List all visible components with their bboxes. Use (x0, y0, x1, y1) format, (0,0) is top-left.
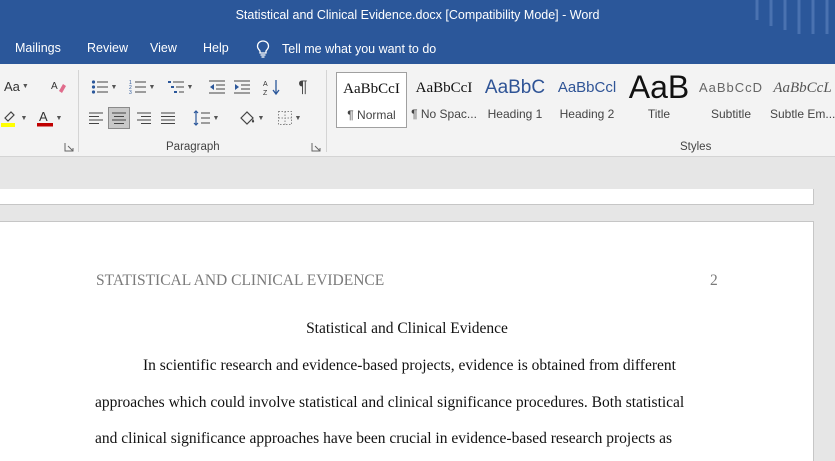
ribbon-tabs: Mailings Review View Help Tell me what y… (0, 34, 835, 64)
svg-text:Z: Z (263, 90, 268, 96)
paint-bucket-icon (239, 111, 254, 125)
style-name: Title (647, 107, 671, 121)
style-name: Heading 2 (559, 107, 615, 121)
tab-review[interactable]: Review (87, 41, 128, 55)
document-title: Statistical and Clinical Evidence (306, 320, 508, 337)
font-dialog-launcher-icon[interactable] (64, 142, 74, 152)
tell-me-label: Tell me what you want to do (282, 42, 437, 56)
paragraph-dialog-launcher-icon[interactable] (311, 142, 321, 152)
style-sample: AaB (628, 72, 690, 104)
style-name: ¶ No Spac... (411, 107, 477, 121)
svg-text:A: A (39, 109, 48, 124)
chevron-down-icon: ▼ (186, 83, 194, 91)
style-name: Heading 1 (487, 107, 543, 121)
svg-text:A: A (51, 81, 58, 92)
sort-button[interactable]: A Z (261, 76, 283, 98)
paragraph-group-label: Paragraph (166, 141, 220, 153)
style-name: ¶ Normal (347, 108, 396, 122)
style-sample: AaBbCcI (415, 80, 473, 96)
bullets-button[interactable]: ▼ (86, 76, 122, 98)
change-case-button[interactable]: Aa ▼ (4, 76, 29, 96)
tab-mailings[interactable]: Mailings (15, 41, 61, 55)
chevron-down-icon: ▼ (294, 114, 302, 122)
bullet-list-icon (91, 80, 108, 94)
body-text-line: approaches which could involve statistic… (95, 394, 685, 411)
title-bar-decoration (755, 0, 829, 34)
font-color-button[interactable]: A ▼ (32, 107, 66, 129)
increase-indent-button[interactable] (231, 76, 253, 98)
align-left-icon (89, 112, 103, 124)
increase-indent-icon (234, 80, 250, 94)
group-separator (78, 70, 79, 152)
line-spacing-button[interactable]: ▼ (189, 107, 223, 129)
multilevel-list-button[interactable]: ▼ (162, 76, 198, 98)
chevron-down-icon: ▼ (21, 82, 29, 90)
page-number: 2 (710, 272, 718, 289)
previous-page-bottom (0, 189, 814, 205)
svg-text:3: 3 (129, 90, 132, 95)
show-formatting-marks-button[interactable]: ¶ (292, 76, 314, 98)
document-page[interactable]: STATISTICAL AND CLINICAL EVIDENCE 2 Stat… (0, 221, 814, 461)
style-heading-2[interactable]: AaBbCcl Heading 2 (552, 72, 622, 128)
style-normal[interactable]: AaBbCcI ¶ Normal (336, 72, 407, 128)
style-heading-1[interactable]: AaBbC Heading 1 (481, 72, 549, 128)
text-highlight-button[interactable]: ▼ (0, 107, 28, 129)
style-sample: AaBbC (484, 77, 546, 98)
highlighter-icon (0, 111, 15, 127)
chevron-down-icon: ▼ (20, 114, 28, 122)
style-title[interactable]: AaB Title (626, 72, 692, 128)
font-color-icon: A (36, 109, 53, 127)
running-head: STATISTICAL AND CLINICAL EVIDENCE (96, 272, 385, 289)
center-button[interactable] (108, 107, 130, 129)
decrease-indent-button[interactable] (206, 76, 228, 98)
chevron-down-icon: ▼ (257, 114, 265, 122)
borders-button[interactable]: ▼ (272, 107, 306, 129)
pilcrow-icon: ¶ (298, 77, 308, 96)
sort-icon: A Z (263, 80, 280, 96)
chevron-down-icon: ▼ (110, 83, 118, 91)
chevron-down-icon: ▼ (212, 114, 220, 122)
body-text-line: and clinical significance approaches hav… (95, 430, 673, 447)
styles-group-label: Styles (680, 141, 712, 153)
justify-button[interactable] (157, 107, 179, 129)
title-bar: Statistical and Clinical Evidence.docx [… (0, 0, 835, 34)
justify-icon (161, 112, 175, 124)
numbering-button[interactable]: 1 2 3 ▼ (124, 76, 160, 98)
style-no-spacing[interactable]: AaBbCcI ¶ No Spac... (409, 72, 479, 128)
style-name: Subtle Em... (770, 107, 835, 121)
chevron-down-icon: ▼ (148, 83, 156, 91)
decrease-indent-icon (209, 80, 225, 94)
change-case-label: Aa (4, 78, 20, 94)
clear-formatting-button[interactable]: A (49, 76, 69, 96)
style-sample: AaBbCcL (773, 80, 832, 96)
eraser-icon: A (51, 81, 66, 93)
style-sample: AaBbCcl (557, 79, 617, 96)
align-center-icon (112, 112, 126, 124)
align-left-button[interactable] (85, 107, 107, 129)
tell-me-search[interactable]: Tell me what you want to do (256, 39, 436, 59)
align-right-button[interactable] (133, 107, 155, 129)
align-right-icon (137, 112, 151, 124)
multilevel-list-icon (167, 81, 184, 93)
numbered-list-icon: 1 2 3 (129, 80, 146, 95)
tab-help[interactable]: Help (203, 41, 229, 55)
svg-text:A: A (263, 81, 268, 88)
body-text-line: In scientific research and evidence-base… (143, 357, 676, 374)
style-name: Subtitle (710, 107, 752, 121)
line-spacing-icon (193, 110, 210, 126)
ribbon: Aa ▼ A ▼ A ▼ ▼ 1 2 3 ▼ ▼ A Z ¶ ▼ ▼ ▼ Par… (0, 64, 835, 157)
tab-view[interactable]: View (150, 41, 177, 55)
style-subtle-emphasis[interactable]: AaBbCcL Subtle Em... (770, 72, 835, 128)
group-separator (326, 70, 327, 152)
lightbulb-icon (256, 40, 270, 58)
style-subtitle[interactable]: AaBbCcD Subtitle (697, 72, 765, 128)
style-sample: AaBbCcI (343, 81, 400, 97)
window-title: Statistical and Clinical Evidence.docx [… (235, 8, 600, 22)
style-sample: AaBbCcD (698, 80, 764, 95)
chevron-down-icon: ▼ (55, 114, 63, 122)
document-canvas[interactable]: STATISTICAL AND CLINICAL EVIDENCE 2 Stat… (0, 157, 835, 461)
shading-button[interactable]: ▼ (234, 107, 268, 129)
borders-icon (277, 111, 292, 125)
